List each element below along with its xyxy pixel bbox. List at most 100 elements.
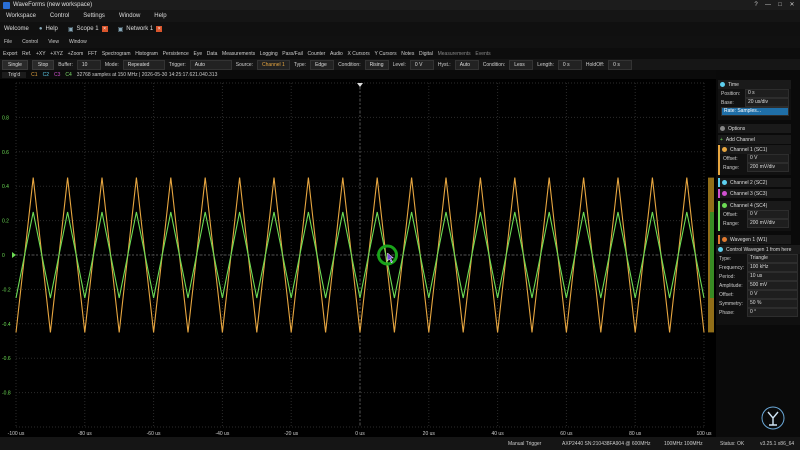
time-header[interactable]: Time [718, 80, 791, 89]
hyst-field[interactable]: Auto [454, 59, 479, 70]
acquisition-status: Trig'd C1 C2 C3 C4 32768 samples at 150 … [0, 70, 716, 79]
source-select[interactable]: Channel 1 [257, 59, 290, 70]
channel-1-group: Channel 1 (SC1) Offset: 0 V Range: 200 m… [718, 145, 791, 175]
close-icon[interactable]: × [101, 26, 108, 32]
view-persistence[interactable]: Persistence [163, 51, 189, 57]
wavegen-offset-field[interactable]: 0 V [747, 290, 798, 299]
lcond-select[interactable]: Less [509, 59, 534, 70]
time-base-field[interactable]: 20 us/div [745, 98, 789, 107]
view-spectrogram[interactable]: Spectrogram [102, 51, 131, 57]
menu-window[interactable]: Window [119, 13, 140, 19]
view-histogram[interactable]: Histogram [135, 51, 158, 57]
channel-1-offset-field[interactable]: 0 V [747, 154, 789, 163]
channel-4-range-field[interactable]: 200 mV/div [747, 219, 789, 228]
submenu-window[interactable]: Window [69, 39, 87, 45]
rate-button[interactable]: Rate: Samples... [721, 107, 789, 116]
menu-help[interactable]: Help [154, 13, 166, 19]
view-y-cursors[interactable]: Y Cursors [374, 51, 396, 57]
submenu-view[interactable]: View [48, 39, 59, 45]
level-field[interactable]: 0 V [409, 59, 434, 70]
view-x-cursors[interactable]: X Cursors [348, 51, 370, 57]
wavegen-period-label: Period: [719, 273, 735, 280]
view-data[interactable]: Data [207, 51, 218, 57]
view-fft[interactable]: FFT [88, 51, 97, 57]
submenu-file[interactable]: File [4, 39, 12, 45]
channel-3-indicator[interactable]: C3 [54, 72, 60, 78]
channel-1-range-field[interactable]: 200 mV/div [747, 163, 789, 172]
view-measurements[interactable]: Measurements [222, 51, 255, 57]
level-label: Level: [392, 61, 406, 68]
channel-4-title: Channel 4 (SC4) [730, 202, 768, 209]
wavegen-phase-field[interactable]: 0 ° [747, 308, 798, 317]
menu-settings[interactable]: Settings [83, 13, 105, 19]
channel-1-title: Channel 1 (SC1) [730, 146, 768, 153]
wavegen-type-select[interactable]: Triangle [747, 254, 798, 263]
wavegen-control-header: Control Wavegen 1 from here [716, 245, 800, 254]
plot-canvas[interactable]: 0.80.60.40.20-0.2-0.4-0.6-0.8-100 us -80 … [0, 79, 716, 437]
rate-info: 100MHz 100MHz [664, 440, 703, 447]
tab-help[interactable]: ● Help [39, 26, 58, 32]
channel-1-header[interactable]: Channel 1 (SC1) [720, 145, 791, 154]
channel-4-indicator[interactable]: C4 [65, 72, 71, 78]
maximize-icon[interactable]: □ [774, 0, 786, 10]
minimize-icon[interactable]: — [762, 0, 774, 10]
channel-3-group[interactable]: Channel 3 (SC3) [718, 189, 791, 198]
menu-control[interactable]: Control [50, 13, 69, 19]
length-field[interactable]: 0 s [557, 59, 582, 70]
channel-4-offset-field[interactable]: 0 V [747, 210, 789, 219]
close-icon[interactable]: ✕ [786, 0, 798, 10]
view-toolbar: Export Ref. +XY +XYZ +Zoom FFT Spectrogr… [0, 48, 800, 59]
mode-select[interactable]: Repeated [122, 59, 165, 70]
time-position-field[interactable]: 0 s [745, 89, 789, 98]
view-xy[interactable]: +XY [36, 51, 46, 57]
manual-trigger-button[interactable]: Manual Trigger [508, 441, 541, 447]
type-select[interactable]: Edge [310, 59, 335, 70]
wavegen-1-tab[interactable]: Wavegen 1 (W1) [718, 235, 791, 244]
view-eye[interactable]: Eye [193, 51, 202, 57]
view-export[interactable]: Export [3, 51, 17, 57]
channel-2-indicator[interactable]: C2 [43, 72, 49, 78]
menu-workspace[interactable]: Workspace [6, 13, 36, 19]
holdoff-field[interactable]: 0 s [608, 59, 633, 70]
view-logging[interactable]: Logging [260, 51, 278, 57]
tab-scope-1[interactable]: ▣ Scope 1 × [68, 26, 108, 33]
acquisition-toolbar: Single Stop Buffer: 10 Mode: Repeated Tr… [0, 59, 800, 70]
channel-2-group[interactable]: Channel 2 (SC2) [718, 178, 791, 187]
view-notes[interactable]: Notes [401, 51, 414, 57]
wavegen-frequency-row: Frequency: 100 kHz [716, 263, 800, 272]
options-button[interactable]: Options [718, 124, 791, 133]
trigger-select[interactable]: Auto [189, 59, 232, 70]
close-icon[interactable]: × [156, 26, 163, 32]
status-bar: Manual Trigger AXP2440 SN:210438FA904 @ … [0, 437, 800, 450]
view-measurements-2[interactable]: Measurements [438, 51, 471, 57]
view-audio[interactable]: Audio [330, 51, 343, 57]
view-pass-fail[interactable]: Pass/Fail [282, 51, 303, 57]
wavegen-period-field[interactable]: 10 us [747, 272, 798, 281]
help-icon[interactable]: ? [750, 0, 762, 10]
view-digital[interactable]: Digital [419, 51, 433, 57]
add-channel-button[interactable]: + Add Channel [718, 135, 791, 144]
single-button[interactable]: Single [2, 59, 28, 70]
view-ref[interactable]: Ref. [22, 51, 31, 57]
channel-4-header[interactable]: Channel 4 (SC4) [720, 201, 791, 210]
stop-button[interactable]: Stop [31, 59, 55, 70]
channel-1-indicator[interactable]: C1 [31, 72, 37, 78]
view-zoom[interactable]: +Zoom [68, 51, 84, 57]
wavegen-symmetry-field[interactable]: 50 % [747, 299, 798, 308]
view-counter[interactable]: Counter [308, 51, 326, 57]
lcond-label: Condition: [482, 61, 506, 68]
wavegen-frequency-field[interactable]: 100 kHz [747, 263, 798, 272]
wavegen-amplitude-field[interactable]: 500 mV [747, 281, 798, 290]
tab-network-1[interactable]: ▣ Network 1 × [118, 26, 163, 33]
view-events[interactable]: Events [475, 51, 490, 57]
tab-welcome[interactable]: Welcome [4, 26, 29, 32]
channel-3-icon [722, 191, 727, 196]
device-info[interactable]: AXP2440 SN:210438FA904 @ 600MHz [562, 441, 650, 447]
view-xyz[interactable]: +XYZ [50, 51, 63, 57]
type-label: Type: [293, 61, 307, 68]
condition-select[interactable]: Rising [364, 59, 389, 70]
buffer-field[interactable]: 10 [76, 59, 101, 70]
oscilloscope-plot[interactable]: 0.8 0.6 0.4 0.2 0 -0.2 -0.4 -0.6 -0.8 -100 us -80 … [0, 79, 716, 437]
instrument-menu: File Control View Window [0, 36, 800, 48]
submenu-control[interactable]: Control [22, 39, 38, 45]
